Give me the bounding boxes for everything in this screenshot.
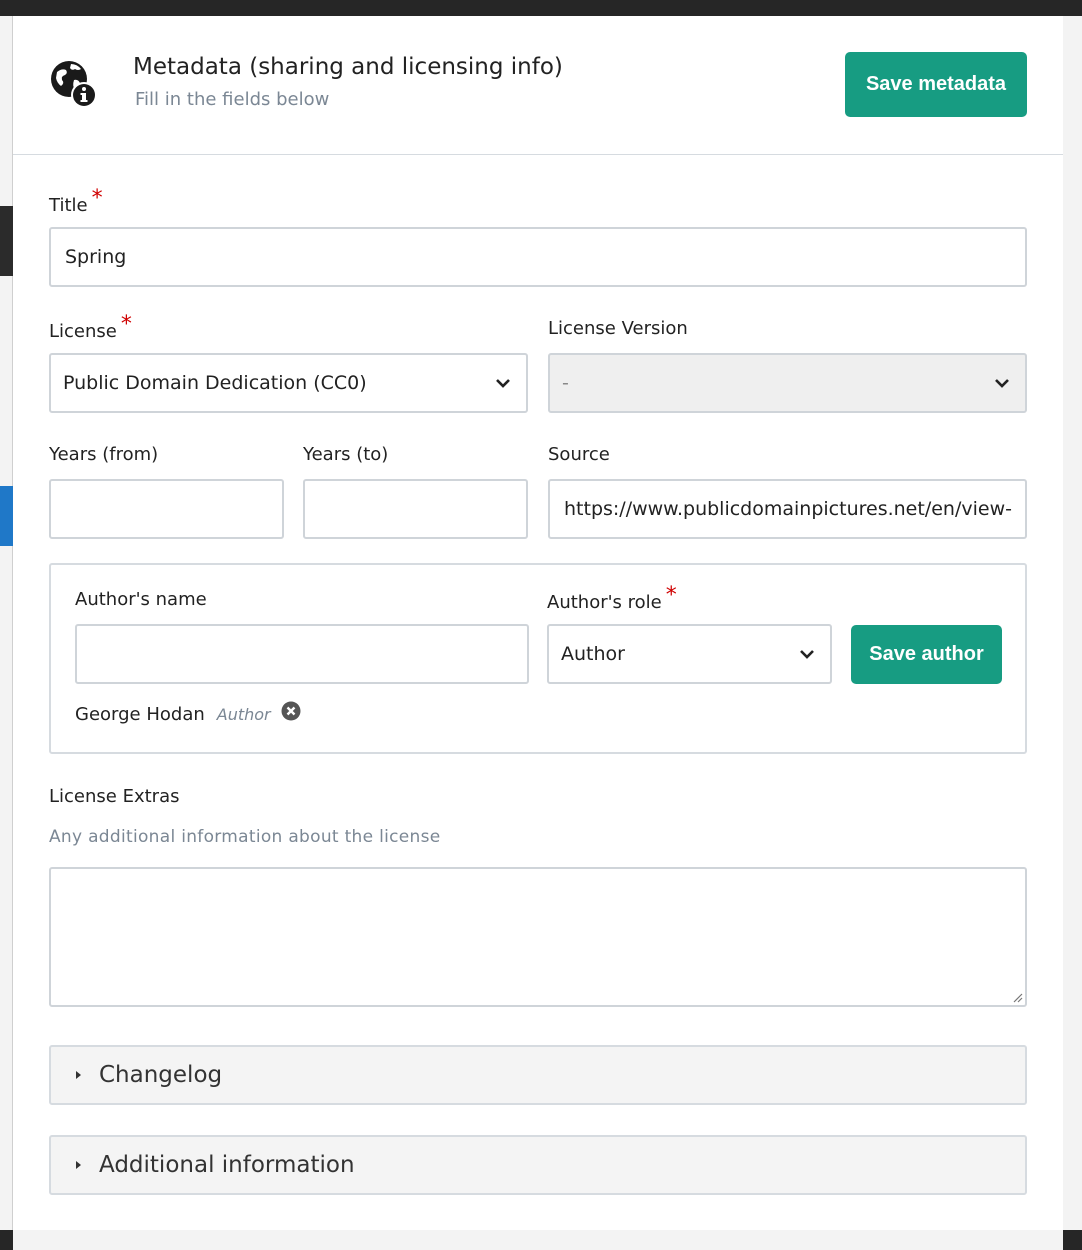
chevron-down-icon	[800, 650, 814, 659]
license-version-label: License Version	[548, 318, 688, 339]
changelog-accordion-label: Changelog	[99, 1062, 223, 1088]
background-app-right	[1063, 16, 1082, 1230]
additional-information-accordion-label: Additional information	[99, 1152, 355, 1178]
source-input[interactable]: https://www.publicdomainpictures.net/en/…	[548, 479, 1027, 539]
required-marker: *	[120, 312, 132, 337]
background-dark-block	[0, 206, 13, 276]
required-marker: *	[91, 186, 103, 211]
years-to-label: Years (to)	[303, 444, 389, 465]
title-input[interactable]: Spring	[49, 227, 1027, 287]
years-to-input[interactable]	[303, 479, 528, 539]
author-item-name: George Hodan	[75, 704, 205, 725]
years-from-input[interactable]	[49, 479, 284, 539]
license-select[interactable]: Public Domain Dedication (CC0)	[49, 353, 528, 413]
author-role-label: Author's role *	[547, 583, 677, 614]
license-extras-description: Any additional information about the lic…	[49, 827, 441, 847]
years-from-label: Years (from)	[49, 444, 159, 465]
license-select-value: Public Domain Dedication (CC0)	[63, 372, 367, 394]
changelog-accordion[interactable]: Changelog	[49, 1045, 1027, 1105]
caret-right-icon	[76, 1161, 81, 1169]
save-metadata-button[interactable]: Save metadata	[845, 52, 1027, 117]
modal-title: Metadata (sharing and licensing info)	[133, 54, 563, 80]
remove-author-icon[interactable]	[281, 701, 301, 721]
background-app-bottom	[13, 1230, 1063, 1250]
required-marker: *	[665, 583, 677, 608]
author-name-label: Author's name	[75, 589, 207, 610]
license-label: License *	[49, 312, 132, 343]
caret-right-icon	[76, 1071, 81, 1079]
license-version-value: -	[562, 372, 569, 394]
license-version-select[interactable]: -	[548, 353, 1027, 413]
save-author-button[interactable]: Save author	[851, 625, 1002, 684]
author-list-item: George Hodan Author	[75, 701, 301, 725]
chevron-down-icon	[995, 379, 1009, 388]
chevron-down-icon	[496, 379, 510, 388]
additional-information-accordion[interactable]: Additional information	[49, 1135, 1027, 1195]
modal-header: Metadata (sharing and licensing info) Fi…	[13, 16, 1063, 155]
license-extras-textarea[interactable]	[49, 867, 1027, 1007]
background-blue-block	[0, 486, 13, 546]
author-item-role: Author	[216, 705, 271, 724]
metadata-modal: Metadata (sharing and licensing info) Fi…	[13, 16, 1063, 1230]
author-role-select[interactable]: Author	[547, 624, 832, 684]
source-label: Source	[548, 444, 610, 465]
resize-handle-icon[interactable]	[1011, 991, 1023, 1003]
author-name-input[interactable]	[75, 624, 529, 684]
license-label-text: License	[49, 321, 117, 342]
source-input-value: https://www.publicdomainpictures.net/en/…	[564, 498, 1012, 520]
background-app-left	[0, 16, 13, 1230]
author-role-value: Author	[561, 643, 625, 665]
title-label: Title *	[49, 186, 103, 217]
modal-subtitle: Fill in the fields below	[135, 89, 330, 110]
globe-info-icon	[51, 61, 97, 108]
license-extras-label: License Extras	[49, 786, 180, 807]
title-label-text: Title	[49, 195, 88, 216]
author-role-label-text: Author's role	[547, 592, 662, 613]
title-input-value: Spring	[65, 246, 127, 268]
